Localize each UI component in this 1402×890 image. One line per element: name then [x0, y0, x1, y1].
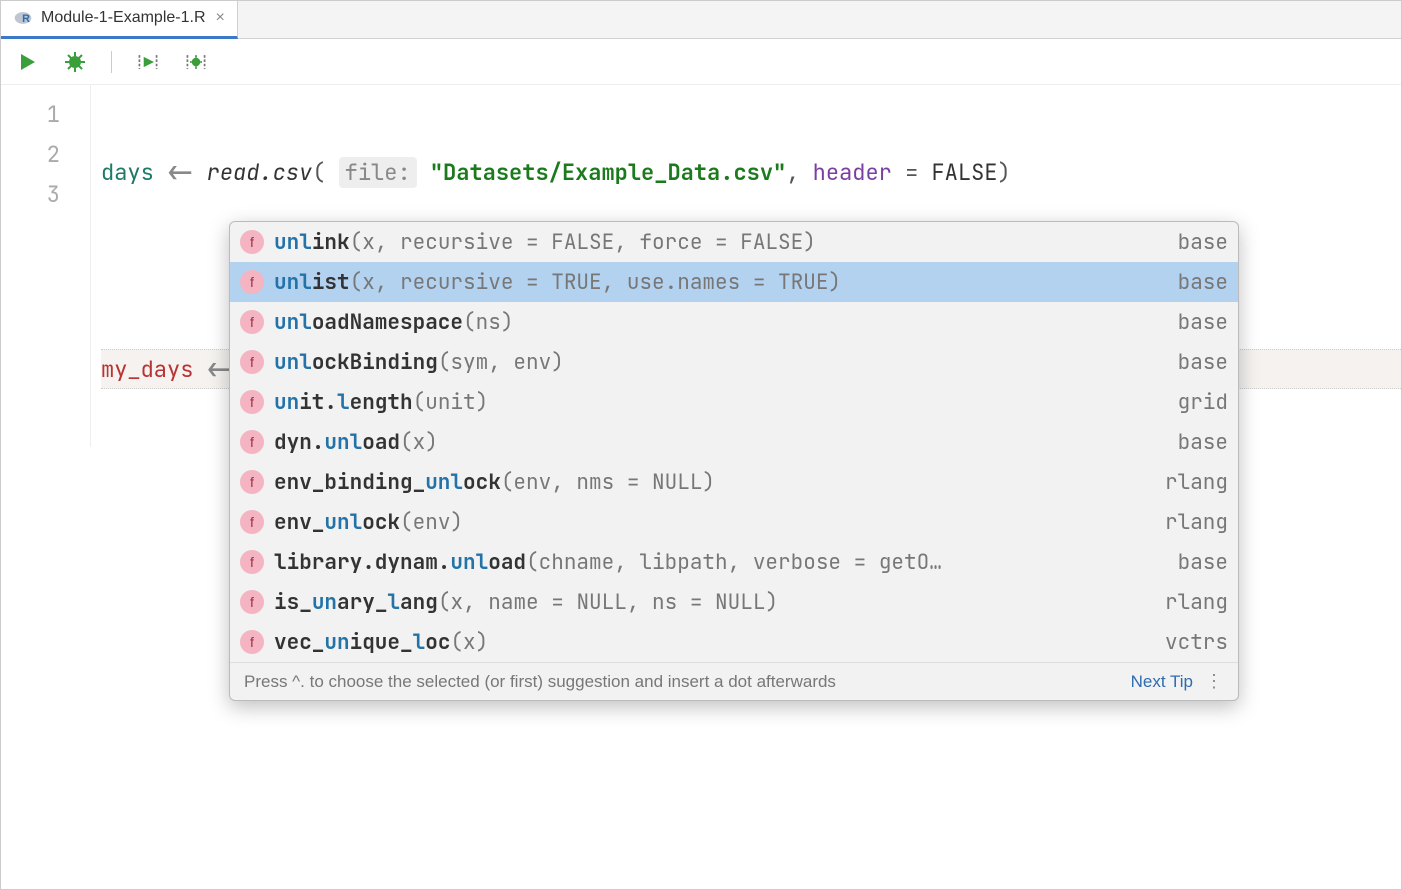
function-badge-icon: f: [240, 230, 264, 254]
function-badge-icon: f: [240, 630, 264, 654]
function-badge-icon: f: [240, 270, 264, 294]
autocomplete-item[interactable]: f unlist(x, recursive = TRUE, use.names =…: [230, 262, 1238, 302]
autocomplete-item[interactable]: f library.dynam.unload(chname, libpath, v…: [230, 542, 1238, 582]
function-badge-icon: f: [240, 430, 264, 454]
function-badge-icon: f: [240, 390, 264, 414]
gutter: 1 2 3: [1, 85, 91, 447]
run-selection-button[interactable]: [136, 50, 160, 74]
autocomplete-footer: Press ^. to choose the selected (or firs…: [230, 662, 1238, 700]
run-button[interactable]: [15, 50, 39, 74]
debug-button[interactable]: [63, 50, 87, 74]
completion-signature: unlockBinding(sym, env): [274, 349, 1158, 376]
autocomplete-popup[interactable]: f unlink(x, recursive = FALSE, force = FA…: [229, 221, 1239, 701]
completion-signature: env_binding_unlock(env, nms = NULL): [274, 469, 1145, 496]
completion-signature: library.dynam.unload(chname, libpath, ve…: [274, 549, 1158, 576]
completion-package: base: [1168, 349, 1228, 376]
inlay-hint: file:: [339, 157, 417, 188]
autocomplete-item[interactable]: f unlockBinding(sym, env) base: [230, 342, 1238, 382]
completion-package: rlang: [1155, 469, 1228, 496]
function-badge-icon: f: [240, 590, 264, 614]
svg-text:R: R: [22, 13, 30, 25]
completion-signature: unloadNamespace(ns): [274, 309, 1158, 336]
next-tip-link[interactable]: Next Tip: [1131, 672, 1193, 692]
autocomplete-item[interactable]: f is_unary_lang(x, name = NULL, ns = NULL…: [230, 582, 1238, 622]
footer-hint: Press ^. to choose the selected (or firs…: [244, 672, 1119, 692]
autocomplete-item[interactable]: f unloadNamespace(ns) base: [230, 302, 1238, 342]
completion-signature: env_unlock(env): [274, 509, 1145, 536]
completion-signature: unlink(x, recursive = FALSE, force = FAL…: [274, 229, 1158, 256]
debug-selection-button[interactable]: [184, 50, 208, 74]
line-number: 1: [1, 95, 90, 135]
tab-bar: R Module-1-Example-1.R ×: [1, 1, 1401, 39]
completion-signature: dyn.unload(x): [274, 429, 1158, 456]
completion-signature: unlist(x, recursive = TRUE, use.names = …: [274, 269, 1158, 296]
autocomplete-item[interactable]: f env_binding_unlock(env, nms = NULL) rlan…: [230, 462, 1238, 502]
r-file-icon: R: [13, 8, 33, 28]
completion-signature: unit.length(unit): [274, 389, 1158, 416]
completion-package: base: [1168, 269, 1228, 296]
autocomplete-list: f unlink(x, recursive = FALSE, force = FA…: [230, 222, 1238, 662]
autocomplete-item[interactable]: f unit.length(unit) grid: [230, 382, 1238, 422]
function-badge-icon: f: [240, 470, 264, 494]
function-badge-icon: f: [240, 310, 264, 334]
completion-signature: is_unary_lang(x, name = NULL, ns = NULL): [274, 589, 1145, 616]
completion-package: base: [1168, 229, 1228, 256]
function-badge-icon: f: [240, 510, 264, 534]
function-badge-icon: f: [240, 550, 264, 574]
toolbar: [1, 39, 1401, 85]
completion-package: rlang: [1155, 589, 1228, 616]
line-number: 3: [1, 175, 90, 215]
file-tab[interactable]: R Module-1-Example-1.R ×: [1, 1, 238, 39]
code-line: days <- read.csv( file: "Datasets/Exampl…: [101, 153, 1401, 193]
completion-package: base: [1168, 429, 1228, 456]
close-icon[interactable]: ×: [216, 9, 225, 27]
completion-package: base: [1168, 309, 1228, 336]
autocomplete-item[interactable]: f env_unlock(env) rlang: [230, 502, 1238, 542]
completion-signature: vec_unique_loc(x): [274, 629, 1145, 656]
kebab-menu-icon[interactable]: ⋮: [1205, 671, 1224, 692]
completion-package: vctrs: [1155, 629, 1228, 656]
completion-package: rlang: [1155, 509, 1228, 536]
line-number: 2: [1, 135, 90, 175]
tab-label: Module-1-Example-1.R: [41, 9, 206, 27]
autocomplete-item[interactable]: f vec_unique_loc(x) vctrs: [230, 622, 1238, 662]
autocomplete-item[interactable]: f dyn.unload(x) base: [230, 422, 1238, 462]
completion-package: grid: [1168, 389, 1228, 416]
completion-package: base: [1168, 549, 1228, 576]
toolbar-separator: [111, 51, 112, 73]
function-badge-icon: f: [240, 350, 264, 374]
autocomplete-item[interactable]: f unlink(x, recursive = FALSE, force = FA…: [230, 222, 1238, 262]
